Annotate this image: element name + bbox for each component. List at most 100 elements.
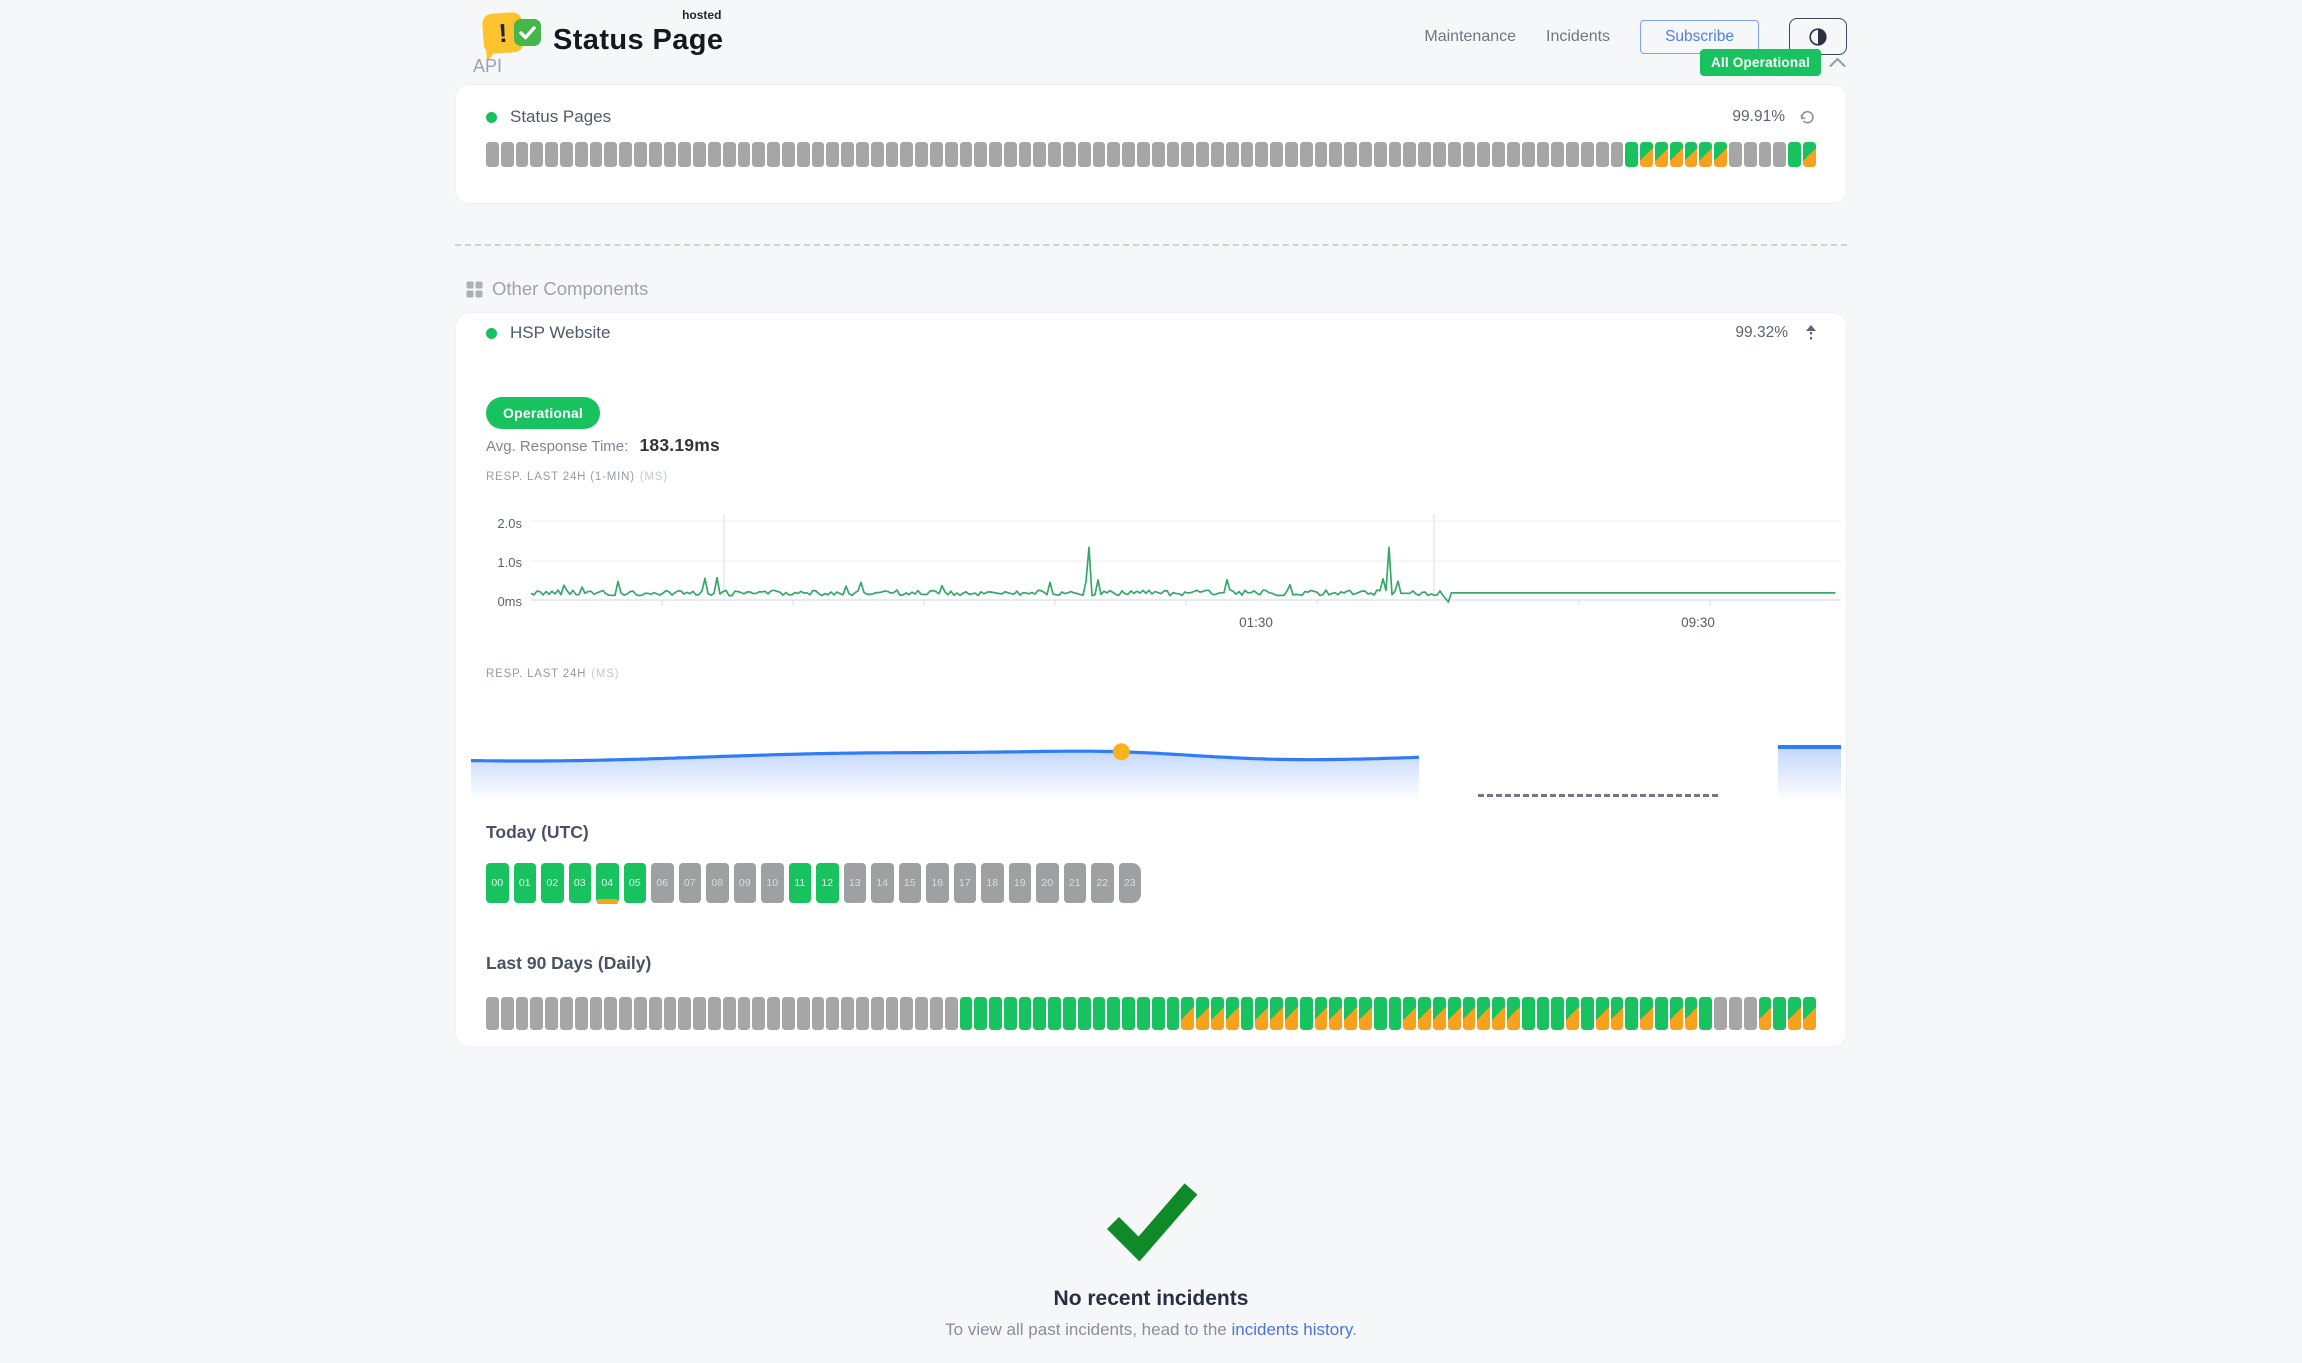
uptime-bar[interactable]	[1670, 142, 1683, 167]
uptime-bar[interactable]	[989, 142, 1002, 167]
uptime-bar[interactable]	[1255, 997, 1268, 1030]
uptime-bar[interactable]	[1241, 997, 1254, 1030]
uptime-bar[interactable]	[1655, 997, 1668, 1030]
uptime-bar[interactable]	[1537, 142, 1550, 167]
uptime-bar[interactable]	[1685, 997, 1698, 1030]
uptime-bar[interactable]	[1270, 142, 1283, 167]
uptime-bar[interactable]	[649, 142, 662, 167]
uptime-bar[interactable]	[1670, 997, 1683, 1030]
uptime-bar[interactable]	[1359, 997, 1372, 1030]
uptime-bar[interactable]	[501, 997, 514, 1030]
uptime-bar[interactable]	[900, 997, 913, 1030]
uptime-bar[interactable]	[575, 142, 588, 167]
uptime-bar[interactable]	[856, 142, 869, 167]
uptime-bar[interactable]	[530, 142, 543, 167]
uptime-bar[interactable]	[1433, 142, 1446, 167]
refresh-icon[interactable]	[1799, 109, 1816, 125]
uptime-bar[interactable]	[856, 997, 869, 1030]
uptime-bar[interactable]	[1699, 142, 1712, 167]
uptime-bar[interactable]	[974, 997, 987, 1030]
uptime-bar[interactable]	[604, 142, 617, 167]
uptime-bar[interactable]	[604, 997, 617, 1030]
uptime-bar[interactable]	[1004, 997, 1017, 1030]
uptime-bar[interactable]	[545, 142, 558, 167]
uptime-bar[interactable]	[886, 997, 899, 1030]
uptime-bar[interactable]	[752, 997, 765, 1030]
uptime-bar[interactable]	[1181, 997, 1194, 1030]
uptime-bar[interactable]	[1714, 997, 1727, 1030]
hour-block[interactable]: 05	[624, 863, 647, 903]
arrow-up-icon[interactable]	[1804, 324, 1818, 342]
hour-block[interactable]: 04	[596, 863, 619, 903]
uptime-bar[interactable]	[1581, 997, 1594, 1030]
uptime-bar[interactable]	[693, 997, 706, 1030]
uptime-bar[interactable]	[1019, 997, 1032, 1030]
uptime-bar[interactable]	[530, 997, 543, 1030]
uptime-bar[interactable]	[1211, 997, 1224, 1030]
uptime-bar[interactable]	[930, 997, 943, 1030]
uptime-bar[interactable]	[960, 142, 973, 167]
uptime-bar[interactable]	[1389, 997, 1402, 1030]
uptime-bar[interactable]	[1581, 142, 1594, 167]
uptime-bar[interactable]	[708, 997, 721, 1030]
uptime-bar[interactable]	[767, 142, 780, 167]
chart-marker-dot[interactable]	[1113, 743, 1130, 760]
uptime-bar[interactable]	[693, 142, 706, 167]
hour-block[interactable]: 17	[954, 863, 977, 903]
uptime-bar[interactable]	[1537, 997, 1550, 1030]
uptime-bar[interactable]	[590, 142, 603, 167]
uptime-bar[interactable]	[1063, 997, 1076, 1030]
uptime-bar[interactable]	[516, 142, 529, 167]
uptime-bar[interactable]	[782, 142, 795, 167]
uptime-bar[interactable]	[1803, 997, 1816, 1030]
uptime-bar[interactable]	[1078, 997, 1091, 1030]
uptime-bar[interactable]	[1551, 997, 1564, 1030]
hour-block[interactable]: 08	[706, 863, 729, 903]
uptime-bar[interactable]	[1300, 997, 1313, 1030]
hour-block[interactable]: 13	[844, 863, 867, 903]
uptime-bar[interactable]	[1744, 142, 1757, 167]
hour-block[interactable]: 14	[871, 863, 894, 903]
uptime-bar[interactable]	[1788, 142, 1801, 167]
uptime-bar[interactable]	[1655, 142, 1668, 167]
uptime-bar[interactable]	[915, 142, 928, 167]
uptime-bar[interactable]	[1300, 142, 1313, 167]
uptime-bar[interactable]	[590, 997, 603, 1030]
uptime-bar[interactable]	[1329, 997, 1342, 1030]
uptime-bar[interactable]	[1507, 997, 1520, 1030]
uptime-bar[interactable]	[1403, 142, 1416, 167]
hour-block[interactable]: 22	[1091, 863, 1114, 903]
uptime-bar[interactable]	[1093, 142, 1106, 167]
uptime-bar[interactable]	[1389, 142, 1402, 167]
uptime-bar[interactable]	[708, 142, 721, 167]
uptime-bar[interactable]	[501, 142, 514, 167]
uptime-bar[interactable]	[1418, 142, 1431, 167]
uptime-bar[interactable]	[797, 142, 810, 167]
uptime-bar[interactable]	[1522, 997, 1535, 1030]
uptime-bar[interactable]	[1226, 997, 1239, 1030]
uptime-bar[interactable]	[1063, 142, 1076, 167]
uptime-bar[interactable]	[664, 997, 677, 1030]
uptime-bar[interactable]	[664, 142, 677, 167]
uptime-bar[interactable]	[871, 142, 884, 167]
uptime-bar[interactable]	[1433, 997, 1446, 1030]
uptime-bar[interactable]	[1418, 997, 1431, 1030]
uptime-bar[interactable]	[1699, 997, 1712, 1030]
uptime-bar[interactable]	[945, 142, 958, 167]
uptime-bar[interactable]	[1477, 142, 1490, 167]
uptime-bar[interactable]	[1122, 997, 1135, 1030]
uptime-bar[interactable]	[1729, 142, 1742, 167]
uptime-bar[interactable]	[826, 997, 839, 1030]
uptime-bar[interactable]	[634, 997, 647, 1030]
chevron-up-icon[interactable]	[1828, 56, 1847, 69]
uptime-bar[interactable]	[841, 142, 854, 167]
hour-block[interactable]: 07	[679, 863, 702, 903]
uptime-bar[interactable]	[1625, 142, 1638, 167]
uptime-bar[interactable]	[1374, 142, 1387, 167]
uptime-bar[interactable]	[1788, 997, 1801, 1030]
uptime-bar[interactable]	[1714, 142, 1727, 167]
uptime-bar[interactable]	[1374, 997, 1387, 1030]
uptime-bar[interactable]	[1196, 997, 1209, 1030]
uptime-bar[interactable]	[960, 997, 973, 1030]
uptime-bar[interactable]	[826, 142, 839, 167]
